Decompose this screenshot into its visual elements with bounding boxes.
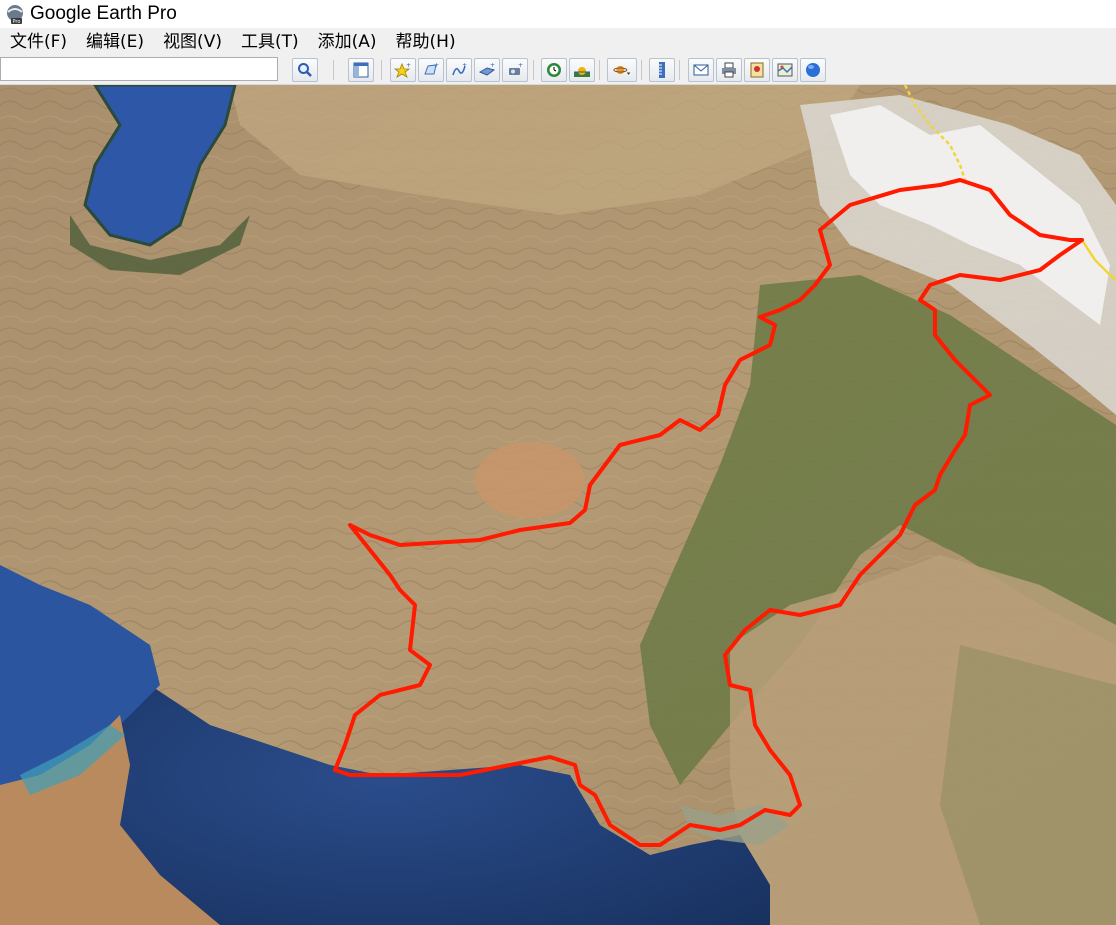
menu-edit[interactable]: 编辑(E)	[76, 28, 153, 56]
toolbar-separator	[599, 60, 600, 80]
view-in-google-maps-button[interactable]	[772, 58, 798, 82]
earth-3d-view[interactable]	[0, 85, 1116, 925]
toolbar-separator	[641, 60, 642, 80]
toolbar: + + + + +	[0, 56, 1116, 85]
print-icon	[722, 62, 736, 78]
menu-help[interactable]: 帮助(H)	[386, 28, 465, 56]
svg-text:+: +	[406, 62, 411, 69]
ruler-icon	[659, 62, 665, 78]
toolbar-separator	[333, 60, 334, 80]
add-placemark-button[interactable]: +	[390, 58, 416, 82]
historical-imagery-icon	[547, 63, 561, 77]
india-south-vegetation	[940, 645, 1116, 925]
print-button[interactable]	[716, 58, 742, 82]
registan-desert	[475, 442, 585, 518]
toolbar-separator	[679, 60, 680, 80]
earth-globe-icon	[806, 63, 820, 77]
email-icon	[693, 64, 709, 76]
record-tour-icon: +	[509, 62, 523, 75]
svg-text:+: +	[490, 62, 495, 69]
menu-view[interactable]: 视图(V)	[153, 28, 231, 56]
add-image-overlay-icon: +	[478, 62, 496, 76]
ruler-button[interactable]	[649, 58, 675, 82]
satellite-map[interactable]	[0, 85, 1116, 925]
switch-planet-icon	[613, 65, 631, 75]
menu-add[interactable]: 添加(A)	[308, 28, 386, 56]
add-placemark-icon: +	[394, 62, 411, 78]
google-earth-pro-icon: Pro	[7, 5, 23, 25]
menu-bar: 文件(F) 编辑(E) 视图(V) 工具(T) 添加(A) 帮助(H)	[0, 28, 1116, 56]
svg-text:+: +	[434, 62, 439, 69]
add-image-overlay-button[interactable]: +	[474, 58, 500, 82]
email-button[interactable]	[688, 58, 714, 82]
search-button[interactable]	[292, 58, 318, 82]
save-image-icon	[750, 62, 764, 78]
add-polygon-icon: +	[424, 62, 439, 75]
sidebar-toggle-icon	[353, 62, 369, 78]
add-path-icon: +	[452, 62, 467, 76]
toolbar-separator	[533, 60, 534, 80]
save-image-button[interactable]	[744, 58, 770, 82]
earth-globe-button[interactable]	[800, 58, 826, 82]
menu-file[interactable]: 文件(F)	[0, 28, 76, 56]
historical-imagery-button[interactable]	[541, 58, 567, 82]
switch-planet-button[interactable]	[607, 58, 637, 82]
svg-text:+: +	[462, 62, 467, 69]
view-in-google-maps-icon	[777, 63, 793, 77]
window-title: Google Earth Pro	[30, 3, 177, 24]
svg-text:+: +	[518, 62, 523, 69]
sunlight-icon	[574, 67, 590, 77]
add-path-button[interactable]: +	[446, 58, 472, 82]
menu-tools[interactable]: 工具(T)	[231, 28, 308, 56]
svg-text:Pro: Pro	[13, 19, 21, 25]
sunlight-button[interactable]	[569, 58, 595, 82]
search-icon	[298, 63, 312, 77]
sidebar-toggle-button[interactable]	[348, 58, 374, 82]
search-input[interactable]	[0, 57, 278, 81]
toolbar-separator	[381, 60, 382, 80]
title-bar: Pro Google Earth Pro	[0, 0, 1116, 28]
add-polygon-button[interactable]: +	[418, 58, 444, 82]
record-tour-button[interactable]: +	[502, 58, 528, 82]
